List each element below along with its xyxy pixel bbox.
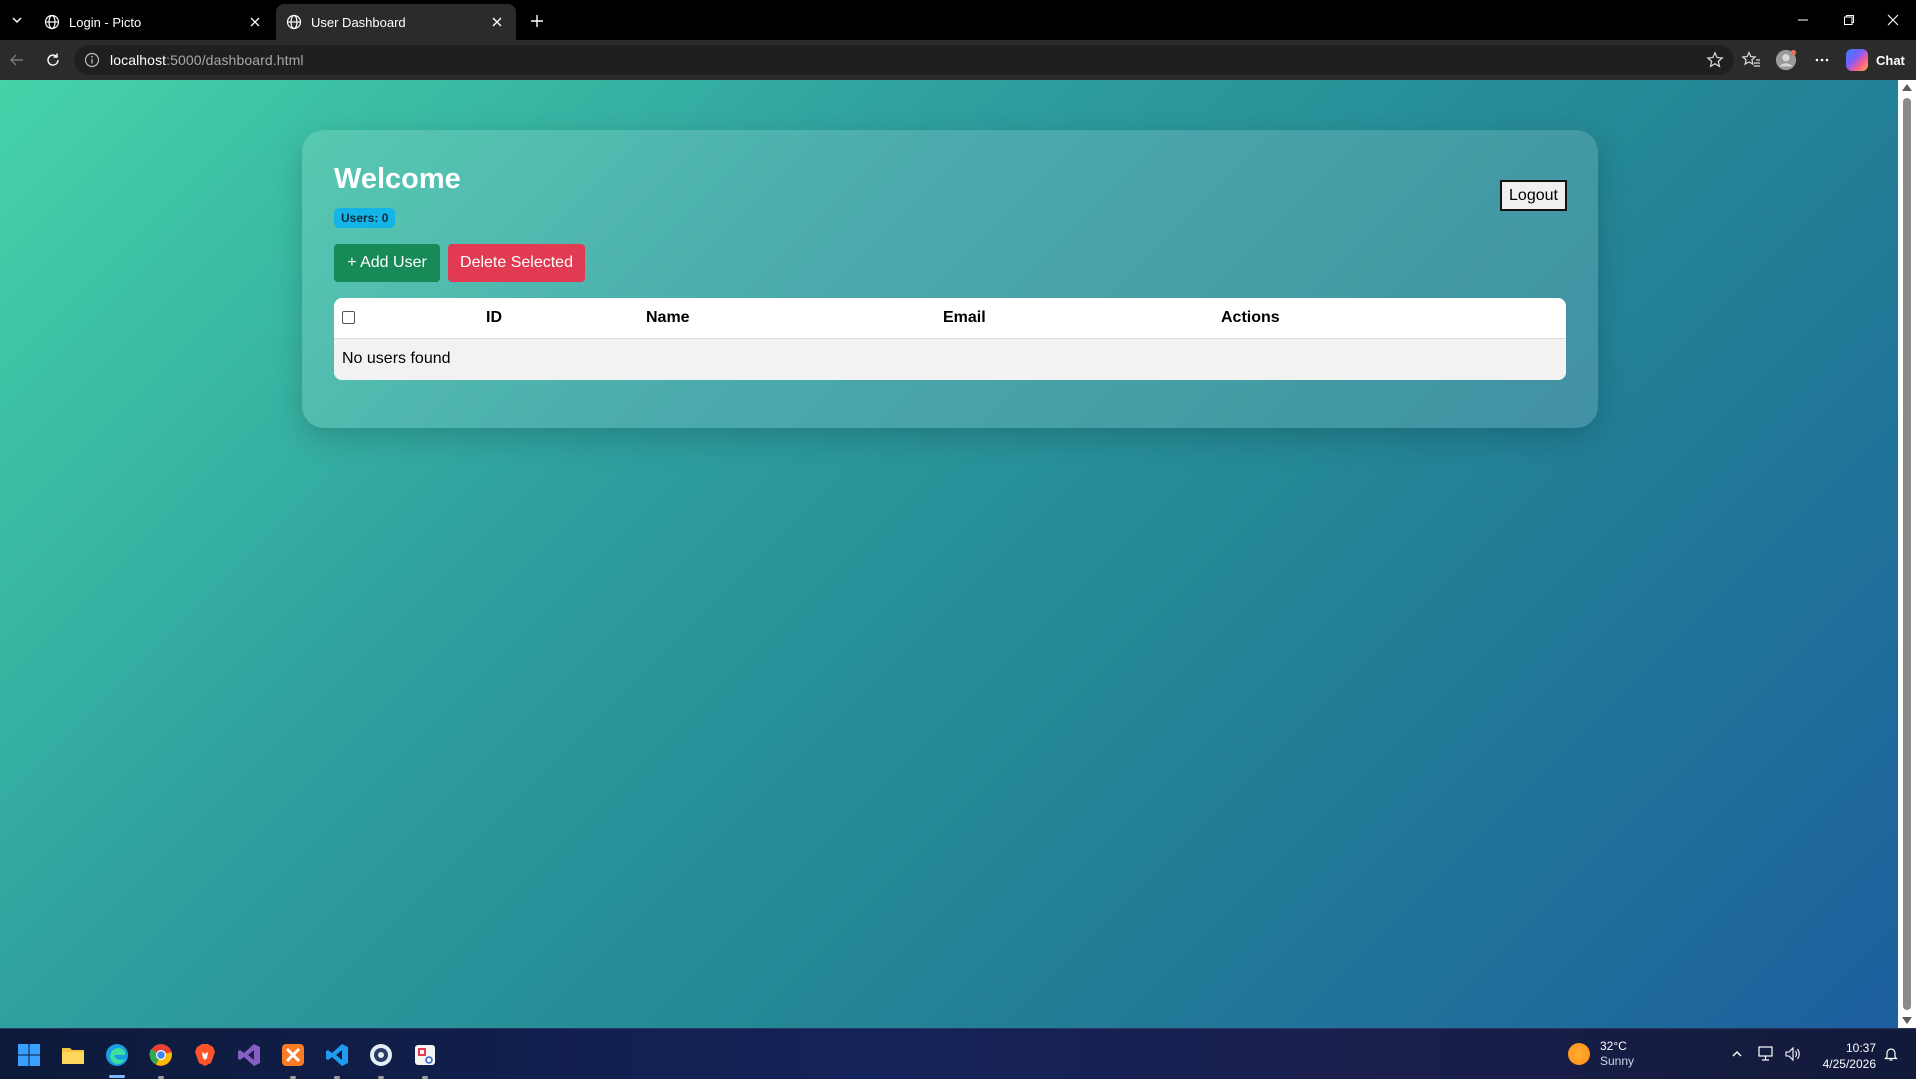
favorites-icon[interactable] — [1740, 49, 1762, 71]
scroll-down-arrow-icon[interactable] — [1902, 1017, 1912, 1024]
copilot-icon — [1846, 49, 1868, 71]
site-info-icon[interactable] — [84, 52, 100, 68]
browser-toolbar: localhost:5000/dashboard.html Chat — [0, 40, 1916, 80]
table-header: ID Name Email Actions — [334, 298, 1566, 339]
new-tab-plus-icon[interactable] — [524, 8, 550, 34]
refresh-icon[interactable] — [38, 46, 68, 74]
tab-user-dashboard[interactable]: User Dashboard — [276, 4, 516, 40]
user-count-badge: Users: 0 — [334, 208, 396, 228]
system-clock[interactable]: 10:37 4/25/2026 — [1812, 1040, 1876, 1072]
column-header-email: Email — [943, 309, 986, 326]
delete-selected-button[interactable]: Delete Selected — [448, 244, 585, 282]
tab-login-picto[interactable]: Login - Picto — [34, 4, 274, 40]
globe-icon — [286, 14, 302, 30]
active-app-indicator — [109, 1075, 125, 1078]
scrollbar-thumb[interactable] — [1903, 98, 1911, 1010]
app-icon[interactable] — [368, 1042, 394, 1068]
page-title: Welcome — [334, 163, 461, 195]
select-all-checkbox[interactable] — [342, 311, 355, 324]
clock-date: 4/25/2026 — [1822, 1057, 1876, 1071]
copilot-chat-button[interactable]: Chat — [1846, 48, 1905, 72]
logout-button[interactable]: Logout — [1500, 180, 1567, 211]
add-user-button[interactable]: + Add User — [334, 244, 440, 282]
close-icon[interactable] — [488, 13, 506, 31]
dashboard-card: Welcome Users: 0 Logout + Add User Delet… — [302, 130, 1598, 428]
windows-taskbar: 32°C Sunny 10:37 4/25/2026 — [0, 1028, 1916, 1079]
restore-icon[interactable] — [1826, 0, 1872, 40]
snipping-tool-icon[interactable] — [412, 1042, 438, 1068]
column-header-name: Name — [646, 309, 690, 326]
profile-avatar-icon[interactable] — [1775, 49, 1797, 71]
more-menu-icon[interactable] — [1811, 49, 1833, 71]
back-arrow-icon[interactable] — [2, 46, 32, 74]
page-viewport: Welcome Users: 0 Logout + Add User Delet… — [0, 80, 1898, 1028]
weather-temperature: 32°C — [1600, 1039, 1627, 1053]
page-scrollbar[interactable] — [1898, 80, 1916, 1028]
close-icon[interactable] — [246, 13, 264, 31]
weather-widget[interactable]: 32°C Sunny — [1568, 1039, 1634, 1069]
file-explorer-icon[interactable] — [60, 1042, 86, 1068]
windows-start-icon[interactable] — [16, 1042, 42, 1068]
window-close-icon[interactable] — [1870, 0, 1916, 40]
url-text[interactable]: localhost:5000/dashboard.html — [110, 52, 304, 68]
edge-browser-icon[interactable] — [104, 1042, 130, 1068]
sun-icon — [1568, 1043, 1590, 1065]
favorite-star-icon[interactable] — [1706, 51, 1724, 69]
table-row: No users found — [334, 339, 1566, 380]
volume-icon[interactable] — [1784, 1045, 1802, 1063]
brave-browser-icon[interactable] — [192, 1042, 218, 1068]
column-header-id: ID — [486, 309, 502, 326]
empty-table-message: No users found — [342, 350, 451, 367]
vscode-icon[interactable] — [324, 1042, 350, 1068]
chat-label: Chat — [1876, 52, 1905, 68]
weather-condition: Sunny — [1600, 1054, 1635, 1068]
url-path: :5000/dashboard.html — [166, 52, 304, 68]
chevron-up-icon[interactable] — [1728, 1045, 1746, 1063]
tab-title: Login - Picto — [69, 14, 142, 30]
column-header-actions: Actions — [1221, 309, 1280, 326]
url-host: localhost — [110, 52, 167, 68]
network-icon[interactable] — [1758, 1045, 1776, 1063]
clock-time: 10:37 — [1845, 1041, 1876, 1055]
weather-text: 32°C Sunny — [1600, 1039, 1634, 1069]
chrome-icon[interactable] — [148, 1042, 174, 1068]
scroll-up-arrow-icon[interactable] — [1902, 84, 1912, 91]
address-bar[interactable]: localhost:5000/dashboard.html — [74, 45, 1734, 75]
tab-list-chevron-icon[interactable] — [4, 6, 30, 34]
tab-title: User Dashboard — [311, 14, 406, 30]
visual-studio-icon[interactable] — [236, 1042, 262, 1068]
globe-icon — [44, 14, 60, 30]
minimize-icon[interactable] — [1780, 0, 1826, 40]
xampp-icon[interactable] — [280, 1042, 306, 1068]
browser-tab-bar: Login - Picto User Dashboard — [0, 0, 1916, 40]
users-table: ID Name Email Actions No users found — [334, 298, 1566, 380]
notification-bell-icon[interactable] — [1882, 1045, 1900, 1063]
